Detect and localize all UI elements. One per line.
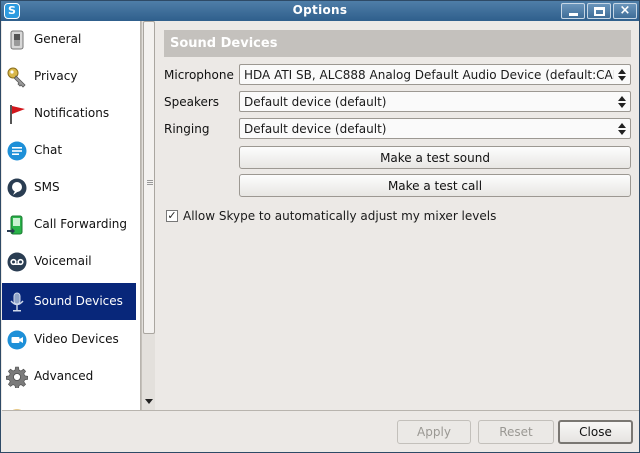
sidebar-item-label: Privacy [34,69,78,83]
scrollbar-thumb[interactable] [143,21,155,334]
sidebar-item-label: Chat [34,143,63,157]
reset-button[interactable]: Reset [478,420,554,444]
spin-arrows-icon [618,123,626,135]
options-window: S Options × General Privacy Notification… [0,0,640,453]
sidebar-item-voicemail[interactable]: Voicemail [2,243,136,280]
footer-divider [2,410,639,411]
minimize-button[interactable] [561,3,585,19]
sidebar-item-chat[interactable]: Chat [2,132,136,169]
ringing-label: Ringing [164,122,210,136]
sidebar-item-label: SMS [34,180,60,194]
spin-arrows-icon [618,96,626,108]
sms-icon [7,178,27,198]
options-sidebar: General Privacy Notifications Chat SMS C… [2,21,141,410]
microphone-select[interactable]: HDA ATI SB, ALC888 Analog Default Audio … [239,64,631,85]
sidebar-item-label: Advanced [34,369,94,383]
switch-icon [10,30,24,50]
microphone-icon [10,292,24,312]
camera-icon [7,330,27,350]
key-icon [7,67,26,88]
sidebar-item-video-devices[interactable]: Video Devices [2,321,136,358]
sidebar-item-label: Voicemail [34,254,92,268]
speakers-select[interactable]: Default device (default) [239,91,631,112]
close-button[interactable]: Close [558,420,633,444]
sidebar-item-label: Notifications [34,106,110,120]
sidebar-item-label: Sound Devices [34,294,123,308]
spin-arrows-icon [618,69,626,81]
sidebar-item-call-forwarding[interactable]: Call Forwarding [2,206,136,243]
test-call-button[interactable]: Make a test call [239,174,631,197]
sidebar-item-notifications[interactable]: Notifications [2,95,136,132]
auto-adjust-label[interactable]: Allow Skype to automatically adjust my m… [183,209,496,223]
minimize-icon [569,13,578,16]
microphone-value: HDA ATI SB, ALC888 Analog Default Audio … [244,68,614,82]
speakers-value: Default device (default) [244,95,387,109]
sidebar-item-label: Call Forwarding [34,217,128,231]
maximize-button[interactable] [587,3,611,19]
close-window-button[interactable]: × [613,3,637,19]
sidebar-scrollbar[interactable] [141,21,155,410]
gear-icon [6,366,28,388]
sidebar-item-label: Video Devices [34,332,119,346]
speakers-label: Speakers [164,95,220,109]
title-bar[interactable]: S Options × [1,1,639,21]
apply-button[interactable]: Apply [397,420,471,444]
voicemail-icon [7,252,27,272]
ringing-select[interactable]: Default device (default) [239,118,631,139]
chevron-down-icon [145,399,153,404]
chat-bubble-icon [7,141,27,161]
flag-icon [10,105,25,124]
sidebar-item-sms[interactable]: SMS [2,169,136,206]
phone-forward-icon [7,215,23,235]
sidebar-item-partial[interactable] [2,399,136,410]
sidebar-item-privacy[interactable]: Privacy [2,58,136,95]
scrollbar-grip [147,180,153,181]
test-sound-button[interactable]: Make a test sound [239,146,631,169]
sidebar-item-general[interactable]: General [2,21,136,58]
sidebar-item-advanced[interactable]: Advanced [2,358,136,395]
window-title: Options [292,3,348,17]
ringing-value: Default device (default) [244,122,387,136]
close-icon: × [619,3,631,18]
sidebar-item-label: General [34,32,82,46]
microphone-label: Microphone [164,68,234,82]
auto-adjust-checkbox[interactable]: ✓ [166,210,178,222]
scroll-down-button[interactable] [143,394,155,408]
sidebar-item-sound-devices[interactable]: Sound Devices [2,283,136,320]
maximize-icon [594,7,605,16]
section-title: Sound Devices [164,30,631,57]
